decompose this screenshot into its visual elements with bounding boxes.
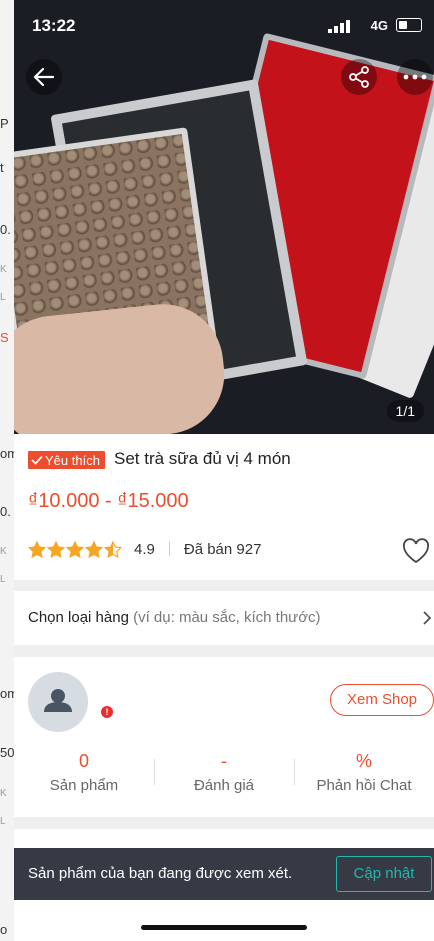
- user-icon: [44, 689, 72, 712]
- bg-fragment: K: [0, 546, 7, 557]
- bg-fragment: L: [0, 574, 6, 585]
- product-detail-page: 13:22 4G 1/1 Yêu thích Set trà sữa đủ vị…: [14, 0, 434, 941]
- share-icon: [349, 66, 369, 88]
- notification-dot: !: [101, 706, 113, 718]
- shop-avatar[interactable]: [28, 672, 88, 732]
- star-icon: [28, 540, 46, 558]
- update-button[interactable]: Cập nhật: [336, 856, 432, 892]
- stat-value: %: [355, 751, 372, 771]
- battery-icon: [396, 18, 422, 32]
- bg-fragment: K: [0, 788, 7, 799]
- signal-icon: [328, 20, 350, 33]
- sold-count: Đã bán 927: [183, 540, 262, 558]
- status-time: 13:22: [32, 16, 76, 35]
- rating-row: 4.9 Đã bán 927: [28, 538, 261, 560]
- shop-card: ! Xem Shop 0 Sản phẩm - Đánh giá % Phản …: [14, 657, 434, 817]
- arrow-left-icon: [33, 67, 55, 87]
- bg-fragment: 50: [0, 745, 15, 760]
- star-icon: [66, 540, 84, 558]
- review-toast: Sản phẩm của bạn đang được xem xét. Cập …: [14, 848, 434, 900]
- bg-fragment: o: [0, 922, 8, 937]
- variant-hint: (ví dụ: màu sắc, kích thước): [133, 609, 321, 626]
- stat-chat-response[interactable]: % Phản hồi Chat: [294, 751, 434, 801]
- rating-score: 4.9: [134, 540, 155, 558]
- product-image[interactable]: 13:22 4G 1/1: [14, 0, 434, 434]
- product-title: Set trà sữa đủ vị 4 món: [114, 449, 291, 468]
- view-shop-button[interactable]: Xem Shop: [330, 684, 434, 716]
- stat-value: 0: [78, 751, 89, 771]
- star-icon: [85, 540, 103, 558]
- stat-ratings[interactable]: - Đánh giá: [154, 751, 294, 801]
- bg-fragment: L: [0, 292, 6, 303]
- like-button[interactable]: [402, 538, 430, 569]
- rating-stars: [28, 540, 122, 558]
- background-page-edge: P t 0. K L S om 0. K L om 50 K L o: [0, 0, 18, 941]
- stat-products[interactable]: 0 Sản phẩm: [14, 751, 154, 801]
- variant-selector[interactable]: Chọn loại hàng (ví dụ: màu sắc, kích thư…: [14, 591, 434, 645]
- more-options-button[interactable]: [397, 59, 433, 95]
- check-icon: [31, 455, 43, 465]
- back-button[interactable]: [26, 59, 62, 95]
- variant-label: Chọn loại hàng: [28, 609, 129, 626]
- bg-fragment: S: [0, 330, 9, 345]
- variant-text: Chọn loại hàng (ví dụ: màu sắc, kích thư…: [28, 609, 321, 626]
- network-type: 4G: [370, 18, 388, 33]
- stat-value: -: [221, 751, 227, 771]
- share-button[interactable]: [341, 59, 377, 95]
- stat-label: Đánh giá: [193, 777, 255, 794]
- home-indicator[interactable]: [141, 925, 307, 930]
- star-icon: [104, 540, 122, 558]
- shop-stats: 0 Sản phẩm - Đánh giá % Phản hồi Chat: [14, 751, 434, 801]
- stat-label: Phản hồi Chat: [316, 777, 412, 794]
- bg-fragment: P: [0, 116, 9, 131]
- bg-fragment: 0.: [0, 222, 11, 237]
- status-bar: 13:22 4G: [14, 0, 434, 52]
- bg-fragment: t: [0, 160, 4, 175]
- heart-icon: [403, 538, 429, 564]
- star-icon: [47, 540, 65, 558]
- image-counter: 1/1: [386, 400, 424, 422]
- more-icon: [403, 74, 427, 80]
- divider: [168, 542, 170, 556]
- bg-fragment: 0.: [0, 504, 11, 519]
- hand: [14, 298, 231, 434]
- stat-label: Sản phẩm: [49, 777, 119, 794]
- product-info: Yêu thích Set trà sữa đủ vị 4 món ₫10.00…: [14, 434, 434, 580]
- favorite-badge: Yêu thích: [28, 451, 105, 469]
- product-price: ₫10.000 - ₫15.000: [28, 490, 189, 512]
- chevron-right-icon: [423, 611, 432, 625]
- bg-fragment: L: [0, 816, 6, 827]
- toast-message: Sản phẩm của bạn đang được xem xét.: [28, 865, 293, 882]
- bg-fragment: K: [0, 264, 7, 275]
- badge-label: Yêu thích: [45, 452, 100, 468]
